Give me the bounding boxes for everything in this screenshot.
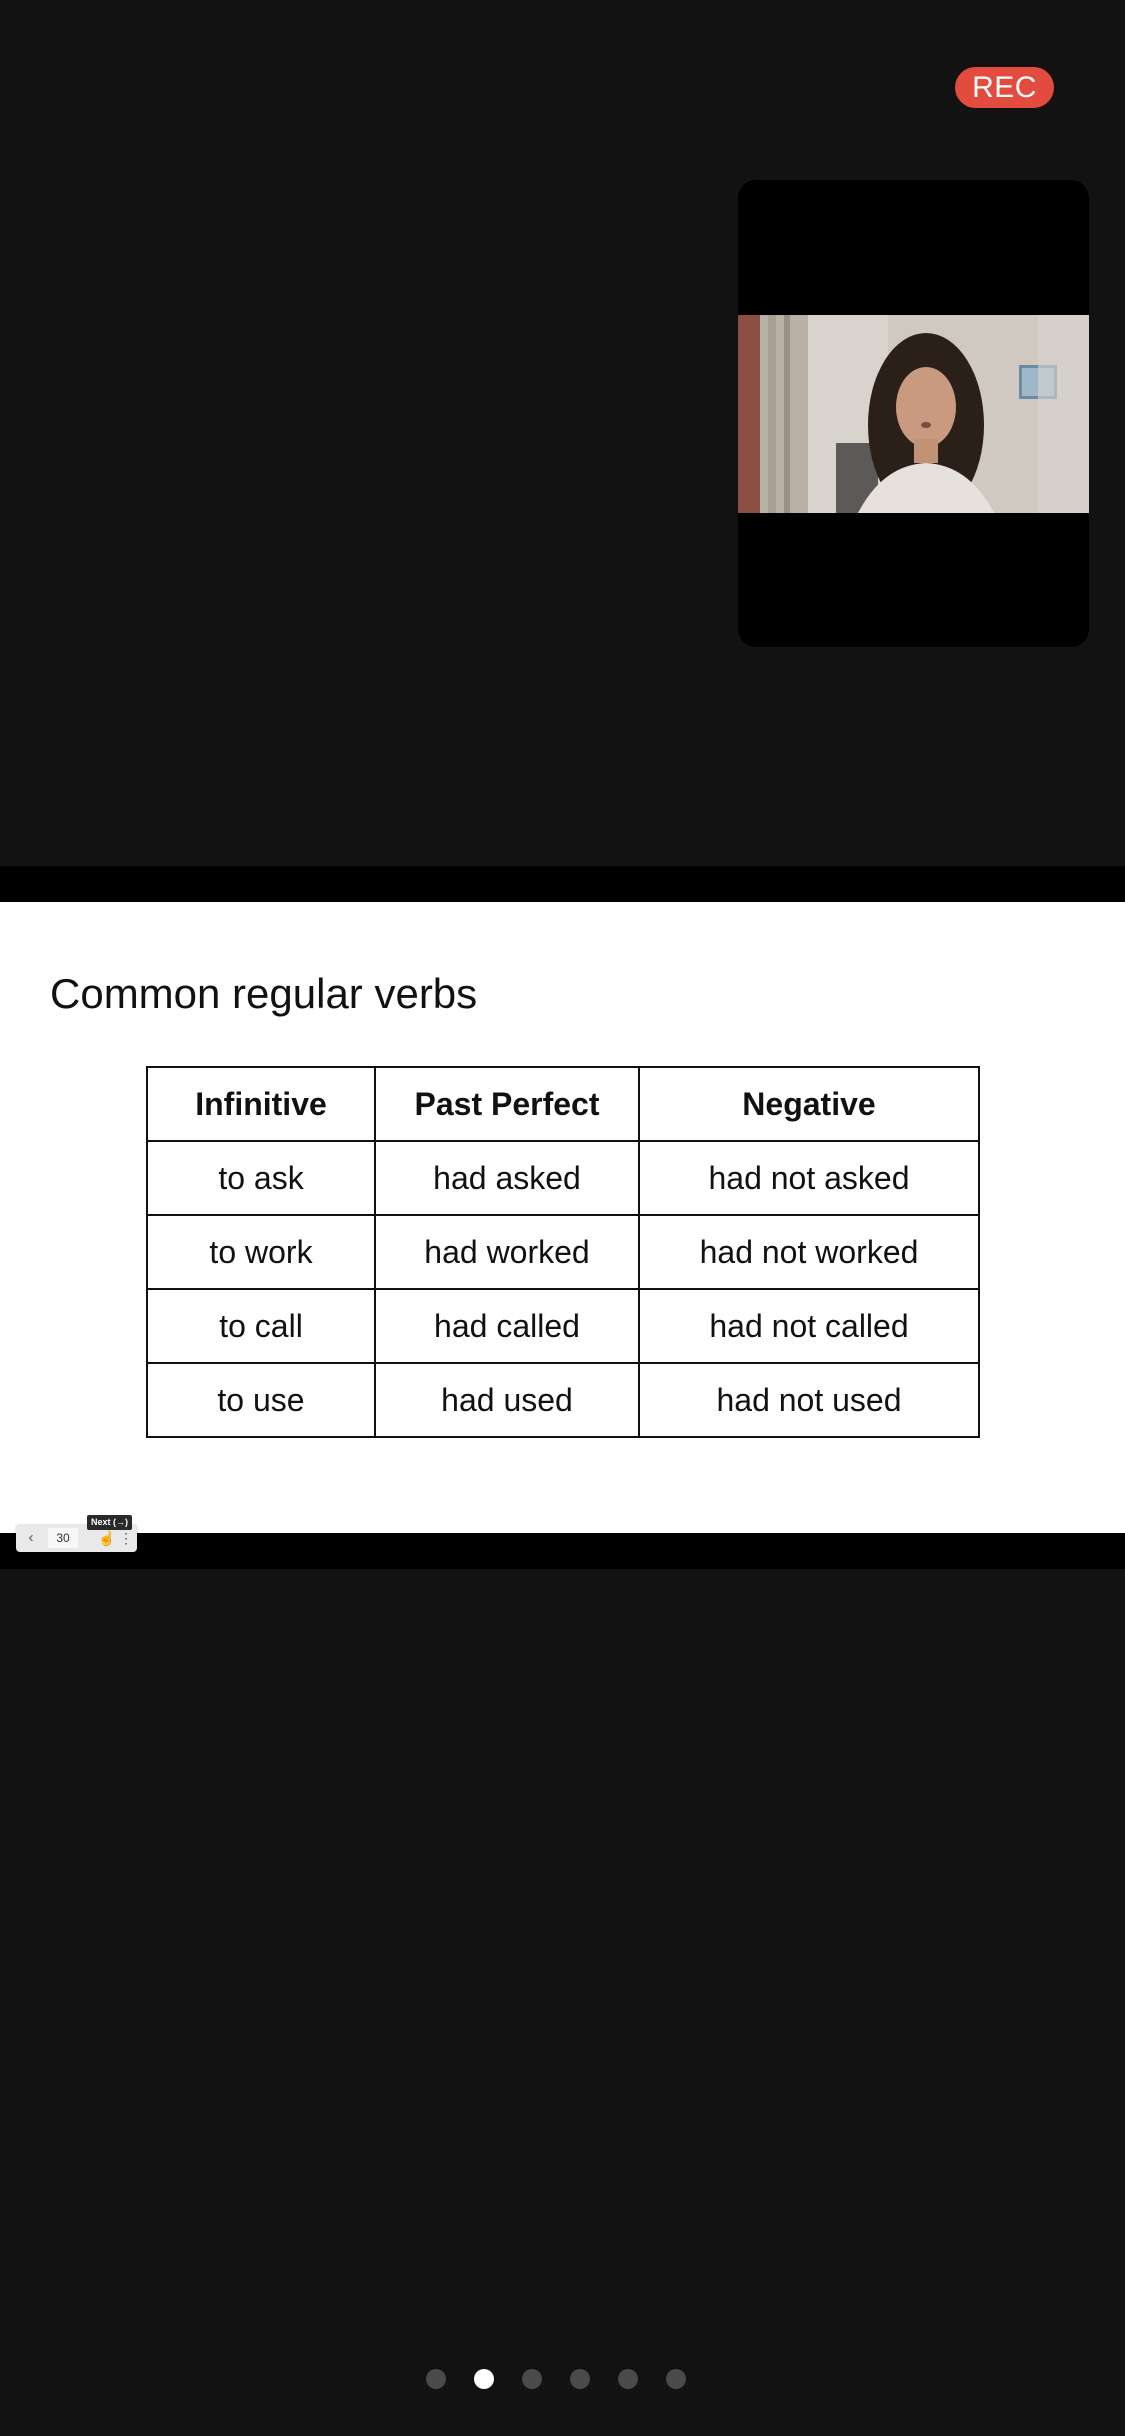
table-cell: had not asked — [638, 1140, 980, 1216]
table-header-cell: Negative — [638, 1066, 980, 1142]
table-cell: to work — [146, 1214, 376, 1290]
table-row: to call had called had not called — [146, 1288, 980, 1364]
page-indicator — [426, 2369, 686, 2389]
screen-share-top-band — [0, 866, 1125, 902]
table-header-cell: Infinitive — [146, 1066, 376, 1142]
table-cell: to call — [146, 1288, 376, 1364]
shared-slide: Common regular verbs Infinitive Past Per… — [0, 902, 1125, 1533]
page-dot[interactable] — [522, 2369, 542, 2389]
table-row: to work had worked had not worked — [146, 1214, 980, 1290]
slide-controls: Next (→) ‹ 30 ☝ ⋮ — [16, 1515, 137, 1552]
page-dot-active[interactable] — [474, 2369, 494, 2389]
table-cell: had not called — [638, 1288, 980, 1364]
page-dot[interactable] — [426, 2369, 446, 2389]
table-cell: to ask — [146, 1140, 376, 1216]
participant-video-feed — [738, 315, 1089, 513]
table-cell: had used — [374, 1362, 640, 1438]
participant-video-tile[interactable] — [738, 180, 1089, 647]
table-header-cell: Past Perfect — [374, 1066, 640, 1142]
table-header-row: Infinitive Past Perfect Negative — [146, 1066, 980, 1142]
table-row: to ask had asked had not asked — [146, 1140, 980, 1216]
slide-page-number[interactable]: 30 — [48, 1528, 78, 1548]
table-cell: had asked — [374, 1140, 640, 1216]
table-cell: had not worked — [638, 1214, 980, 1290]
page-dot[interactable] — [618, 2369, 638, 2389]
screen-share-bottom-band — [0, 1533, 1125, 1569]
slide-title: Common regular verbs — [50, 970, 478, 1017]
recording-badge: REC — [955, 67, 1054, 108]
page-dot[interactable] — [570, 2369, 590, 2389]
table-row: to use had used had not used — [146, 1362, 980, 1438]
table-cell: had called — [374, 1288, 640, 1364]
chevron-left-icon[interactable]: ‹ — [20, 1527, 42, 1549]
table-cell: to use — [146, 1362, 376, 1438]
verb-table: Infinitive Past Perfect Negative to ask … — [146, 1066, 980, 1438]
cursor-hand-icon[interactable]: ☝ — [98, 1527, 116, 1549]
more-vertical-icon[interactable]: ⋮ — [119, 1527, 133, 1549]
table-cell: had worked — [374, 1214, 640, 1290]
page-dot[interactable] — [666, 2369, 686, 2389]
table-cell: had not used — [638, 1362, 980, 1438]
